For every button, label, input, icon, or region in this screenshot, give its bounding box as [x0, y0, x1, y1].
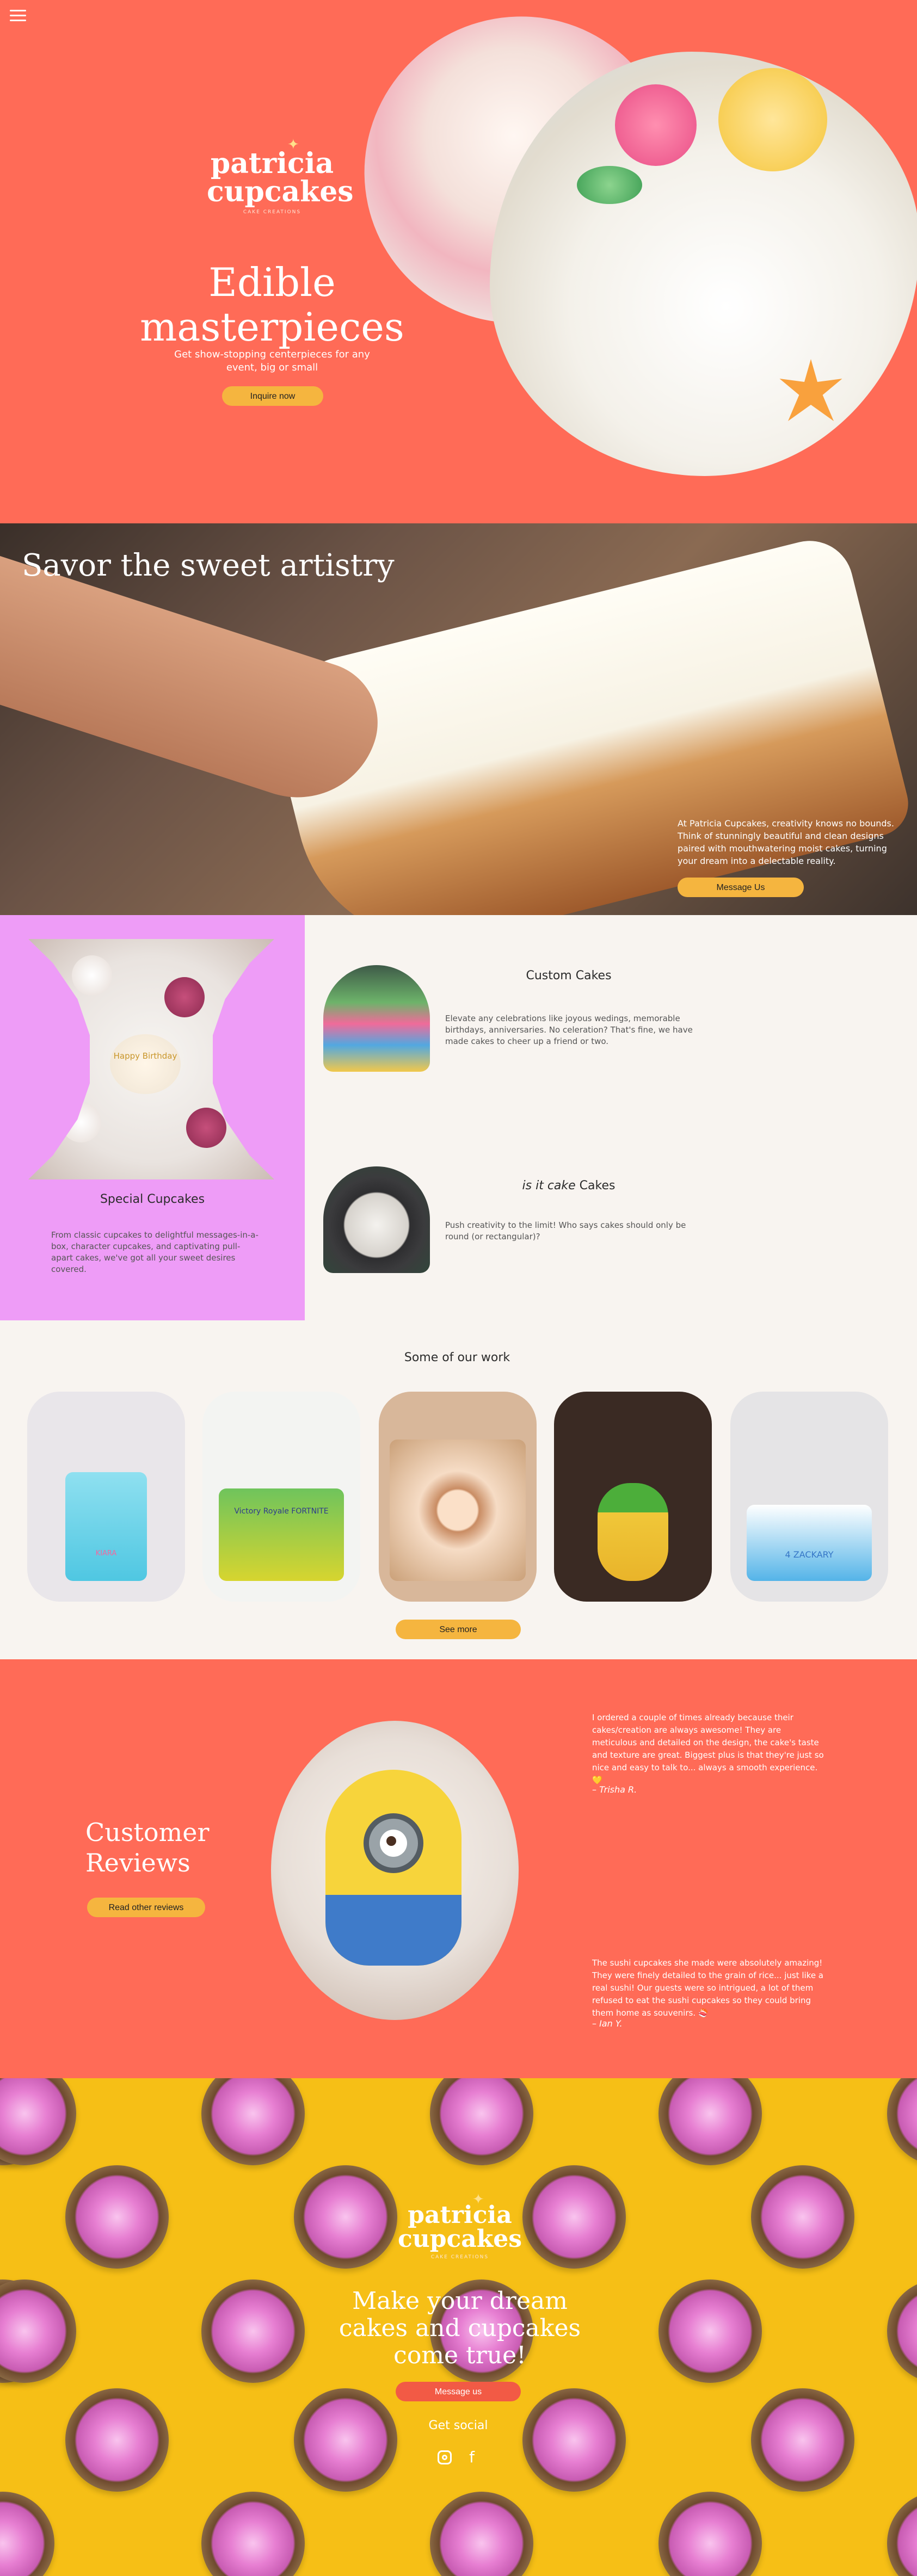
logo-line1: patricia — [210, 147, 334, 180]
see-more-button[interactable]: See more — [396, 1620, 521, 1639]
is-it-cake-title: is it cake Cakes — [487, 1179, 650, 1193]
sparkle-icon: ✦ — [472, 2191, 484, 2208]
handbag-cake-image — [323, 1166, 430, 1273]
cupcake-swirl — [430, 2492, 533, 2576]
pineapple-cake — [598, 1483, 668, 1581]
gallery-item-cupcake-box[interactable] — [379, 1392, 537, 1602]
custom-cake-image — [323, 965, 430, 1072]
review-text: The sushi cupcakes she made were absolut… — [592, 1958, 824, 2018]
logo-tagline: CAKE CREATIONS — [430, 2254, 489, 2260]
special-cupcakes-title: Special Cupcakes — [100, 1193, 205, 1206]
hero-section: ✦ patricia cupcakes CAKE CREATIONS Edibl… — [0, 0, 917, 523]
read-other-reviews-button[interactable]: Read other reviews — [87, 1898, 205, 1917]
hero-subtitle: Get show-stopping centerpieces for any e… — [174, 349, 370, 373]
gallery-item-rainbow-cake[interactable]: KIARA — [27, 1392, 185, 1602]
reviews-title-line2: Reviews — [85, 1848, 190, 1877]
facebook-icon[interactable]: f — [463, 2448, 481, 2467]
footer-section: ✦ patricia cupcakes CAKE CREATIONS Make … — [0, 2078, 917, 2576]
cupcake-swirl — [658, 2078, 762, 2165]
cupcake-swirl — [294, 2165, 397, 2269]
happy-birthday-cupcake: Happy Birthday — [110, 1034, 181, 1094]
gallery-title: Some of our work — [404, 1351, 510, 1364]
cupcake-swirl — [887, 2078, 917, 2165]
cupcake-swirl — [522, 2165, 626, 2269]
cupcake-swirl — [294, 2388, 397, 2492]
review-author: – Trisha R. — [592, 1784, 637, 1795]
footer-title: Make your dream cakes and cupcakes come … — [339, 2287, 581, 2369]
cupcake — [61, 1102, 101, 1142]
minion-body — [325, 1770, 461, 1966]
cupcake-swirl — [201, 2280, 305, 2383]
savor-section: Savor the sweet artistry At Patricia Cup… — [0, 523, 917, 915]
fortnite-cake: Victory Royale FORTNITE — [219, 1488, 344, 1581]
cupcake-box-image: Happy Birthday — [28, 939, 274, 1179]
cupcake — [72, 955, 112, 996]
cupcake-swirl — [751, 2165, 854, 2269]
cupcake — [164, 977, 205, 1017]
reviews-section: Customer Reviews Read other reviews I or… — [0, 1659, 917, 2078]
get-social-label: Get social — [428, 2419, 488, 2432]
review-text: I ordered a couple of times already beca… — [592, 1713, 824, 1785]
services-section: Happy Birthday Special Cupcakes From cla… — [0, 915, 917, 1322]
cupcake-swirl — [887, 2492, 917, 2576]
minion-goggle — [364, 1813, 423, 1873]
review-author: – Ian Y. — [592, 2018, 623, 2029]
message-us-button[interactable]: Message Us — [678, 878, 804, 897]
cupcake-swirl — [65, 2388, 169, 2492]
hand-image — [0, 556, 393, 819]
is-it-cake-rest: Cakes — [575, 1179, 616, 1193]
sparkle-icon: ✦ — [287, 137, 299, 153]
cupcake-swirl — [201, 2078, 305, 2165]
rainbow-cake: KIARA — [65, 1472, 147, 1581]
custom-cakes-title: Custom Cakes — [526, 969, 612, 983]
cupcake-swirl — [0, 2492, 54, 2576]
sugar-rose — [615, 84, 697, 166]
reviews-title-line1: Customer — [85, 1818, 210, 1847]
cupcake-swirl — [887, 2280, 917, 2383]
cupcake-swirl — [658, 2280, 762, 2383]
gallery-item-pineapple-cake[interactable] — [554, 1392, 712, 1602]
cupcake-swirl — [522, 2388, 626, 2492]
reviews-title: Customer Reviews — [85, 1817, 209, 1878]
message-us-footer-button[interactable]: Message us — [396, 2382, 521, 2401]
cupcake-swirl — [430, 2078, 533, 2165]
sugar-peony — [718, 68, 827, 171]
logo-tagline: CAKE CREATIONS — [243, 209, 301, 215]
logo[interactable]: ✦ patricia cupcakes CAKE CREATIONS — [207, 137, 354, 215]
gallery-item-fortnite-cake[interactable]: Victory Royale FORTNITE — [202, 1392, 360, 1602]
special-cupcakes-panel: Happy Birthday Special Cupcakes From cla… — [0, 915, 305, 1320]
sugar-leaf — [577, 166, 642, 204]
inquire-now-button[interactable]: Inquire now — [222, 386, 323, 406]
minion-overalls — [325, 1895, 461, 1966]
hero-title: Edible masterpieces — [140, 260, 404, 350]
savor-text: At Patricia Cupcakes, creativity knows n… — [678, 818, 894, 866]
special-cupcakes-description: From classic cupcakes to delightful mess… — [51, 1230, 259, 1274]
is-it-cake-italic: is it cake — [522, 1179, 576, 1193]
minion-cake-image — [271, 1721, 519, 2020]
cupcake-box — [390, 1440, 526, 1581]
gallery-section: Some of our work KIARA Victory Royale FO… — [0, 1322, 917, 1659]
custom-cakes-description: Elevate any celebrations like joyous wed… — [445, 1014, 693, 1046]
instagram-icon[interactable] — [435, 2448, 454, 2467]
cupcake-swirl — [65, 2165, 169, 2269]
cupcake-swirl — [201, 2492, 305, 2576]
footer-logo[interactable]: ✦ patricia cupcakes CAKE CREATIONS — [392, 2191, 528, 2260]
is-it-cake-description: Push creativity to the limit! Who says c… — [445, 1220, 686, 1241]
hamburger-menu-icon[interactable] — [10, 10, 26, 22]
logo-line1: patricia — [408, 2201, 512, 2229]
cupcake-swirl — [658, 2492, 762, 2576]
logo-line2: cupcakes — [397, 2225, 522, 2253]
cupcake-swirl — [0, 2280, 76, 2383]
number-cake: 4 ZACKARY — [747, 1505, 872, 1581]
savor-title: Savor the sweet artistry — [22, 548, 395, 583]
cupcake — [186, 1108, 226, 1148]
cupcake-swirl — [0, 2078, 76, 2165]
cupcake-swirl — [751, 2388, 854, 2492]
gallery-item-number-cake[interactable]: 4 ZACKARY — [730, 1392, 888, 1602]
hero-cake-image-large — [490, 52, 917, 476]
logo-line2: cupcakes — [207, 175, 354, 208]
